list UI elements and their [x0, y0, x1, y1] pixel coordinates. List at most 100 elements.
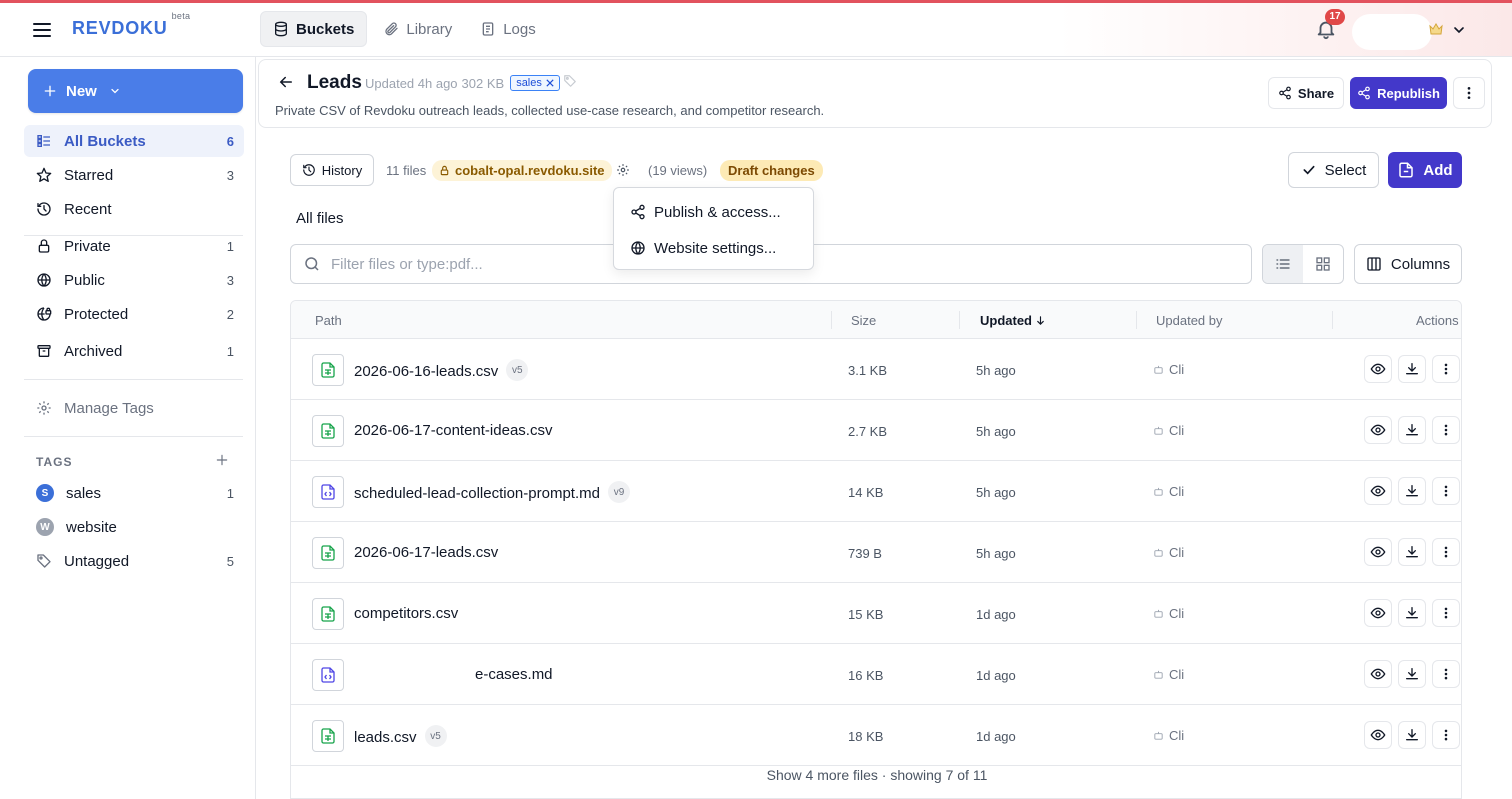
draft-changes-badge[interactable]: Draft changes [720, 160, 823, 181]
preview-button[interactable] [1364, 538, 1392, 566]
site-domain-badge[interactable]: cobalt-opal.revdoku.site [432, 160, 612, 181]
download-button[interactable] [1398, 599, 1426, 627]
col-updated[interactable]: Updated [980, 313, 1046, 328]
preview-button[interactable] [1364, 721, 1392, 749]
back-arrow-icon[interactable] [277, 73, 295, 91]
row-more-button[interactable] [1432, 599, 1460, 627]
lock-icon [439, 165, 450, 176]
tab-library[interactable]: Library [371, 11, 464, 47]
sidebar-divider [24, 379, 243, 380]
download-icon [1404, 483, 1420, 499]
col-size[interactable]: Size [851, 313, 876, 328]
more-vertical-icon [1439, 484, 1453, 498]
sidebar-item-archived[interactable]: Archived 1 [24, 335, 244, 367]
chevron-down-icon[interactable] [1451, 22, 1467, 38]
table-row[interactable]: competitors.csv 15 KB 1d ago Cli [291, 583, 1461, 644]
table-row[interactable]: 2026-06-16-leads.csv v5 3.1 KB 5h ago Cli [291, 339, 1461, 400]
close-icon[interactable] [546, 79, 554, 87]
columns-label: Columns [1390, 255, 1451, 273]
col-path[interactable]: Path [315, 313, 342, 328]
file-name[interactable]: 2026-06-17-leads.csv [354, 544, 498, 561]
history-button[interactable]: History [290, 154, 374, 186]
sidebar-item-public[interactable]: Public 3 [24, 264, 244, 296]
sidebar-item-recent[interactable]: Recent [24, 193, 244, 225]
crown-icon [1429, 23, 1443, 35]
file-name[interactable]: 2026-06-17-content-ideas.csv [354, 422, 552, 439]
list-icon [36, 133, 52, 149]
file-size: 14 KB [848, 485, 884, 500]
file-name[interactable]: competitors.csv [354, 605, 458, 622]
table-row[interactable]: 2026-06-17-content-ideas.csv 2.7 KB 5h a… [291, 400, 1461, 461]
show-more-files-link[interactable]: Show 4 more files · showing 7 of 11 [291, 767, 1461, 783]
menu-item-publish-access[interactable]: Publish & access... [630, 201, 781, 223]
preview-button[interactable] [1364, 477, 1392, 505]
sidebar-item-label: All Buckets [64, 132, 146, 150]
table-row[interactable]: scheduled-lead-collection-prompt.md v9 14… [291, 461, 1461, 522]
sidebar-item-all-buckets[interactable]: All Buckets 6 [24, 125, 244, 157]
menu-icon[interactable] [30, 18, 54, 42]
menu-item-website-settings[interactable]: Website settings... [630, 237, 776, 259]
columns-button[interactable]: Columns [1354, 244, 1462, 284]
version-badge: v9 [607, 481, 630, 503]
preview-button[interactable] [1364, 355, 1392, 383]
row-more-button[interactable] [1432, 416, 1460, 444]
tab-buckets[interactable]: Buckets [260, 11, 368, 47]
new-button[interactable]: New [28, 69, 243, 113]
file-updated-by: Cli [1153, 667, 1184, 682]
share-button[interactable]: Share [1268, 77, 1344, 109]
add-button[interactable]: Add [1388, 152, 1462, 188]
eye-icon [1370, 483, 1386, 499]
gear-icon[interactable] [614, 161, 632, 179]
more-options-button[interactable] [1453, 77, 1485, 109]
sidebar-tag-untagged[interactable]: Untagged 5 [24, 545, 244, 577]
gear-icon [36, 400, 52, 416]
preview-button[interactable] [1364, 599, 1392, 627]
sidebar-item-protected[interactable]: Protected 2 [24, 298, 244, 330]
sidebar-tag-sales[interactable]: S sales 1 [24, 477, 244, 509]
download-button[interactable] [1398, 660, 1426, 688]
add-tag-icon[interactable] [563, 74, 577, 88]
sidebar-item-label: website [66, 518, 117, 536]
table-row[interactable]: leads.csv v5 18 KB 1d ago Cli [291, 705, 1461, 766]
version-badge: v5 [506, 359, 529, 381]
row-more-button[interactable] [1432, 721, 1460, 749]
robot-icon [1153, 730, 1164, 741]
sidebar-item-starred[interactable]: Starred 3 [24, 159, 244, 191]
updated-by-name: Cli [1169, 423, 1185, 438]
avatar[interactable] [1352, 14, 1432, 50]
table-row[interactable]: 2026-06-17-leads.csv 739 B 5h ago Cli [291, 522, 1461, 583]
select-button[interactable]: Select [1288, 152, 1379, 188]
file-name[interactable]: scheduled-lead-collection-prompt.md v9 [354, 481, 630, 505]
file-name[interactable]: leads.csv v5 [354, 725, 447, 749]
app-logo[interactable]: REVDOKUbeta [72, 11, 190, 39]
download-button[interactable] [1398, 477, 1426, 505]
file-updated: 5h ago [976, 363, 1016, 378]
download-button[interactable] [1398, 416, 1426, 444]
sidebar-item-private[interactable]: Private 1 [24, 230, 244, 262]
grid-view-button[interactable] [1303, 245, 1343, 283]
download-button[interactable] [1398, 538, 1426, 566]
add-tag-icon[interactable] [215, 453, 229, 467]
sidebar-tag-website[interactable]: W website [24, 511, 244, 543]
republish-button[interactable]: Republish [1350, 77, 1447, 109]
row-more-button[interactable] [1432, 538, 1460, 566]
updated-by-name: Cli [1169, 545, 1185, 560]
download-button[interactable] [1398, 721, 1426, 749]
row-more-button[interactable] [1432, 355, 1460, 383]
list-view-button[interactable] [1263, 245, 1303, 283]
file-name[interactable]: e-cases.md [475, 666, 553, 683]
download-button[interactable] [1398, 355, 1426, 383]
tab-logs[interactable]: Logs [468, 11, 548, 47]
preview-button[interactable] [1364, 660, 1392, 688]
file-name-text: 2026-06-16-leads.csv [354, 362, 499, 380]
row-more-button[interactable] [1432, 477, 1460, 505]
updated-by-name: Cli [1169, 362, 1185, 377]
table-row[interactable]: e-cases.md 16 KB 1d ago Cli [291, 644, 1461, 705]
eye-icon [1370, 544, 1386, 560]
bucket-tag-badge[interactable]: sales [510, 75, 560, 91]
file-name[interactable]: 2026-06-16-leads.csv v5 [354, 359, 529, 383]
sidebar-item-manage-tags[interactable]: Manage Tags [24, 392, 244, 424]
row-more-button[interactable] [1432, 660, 1460, 688]
preview-button[interactable] [1364, 416, 1392, 444]
col-updated-by[interactable]: Updated by [1156, 313, 1223, 328]
